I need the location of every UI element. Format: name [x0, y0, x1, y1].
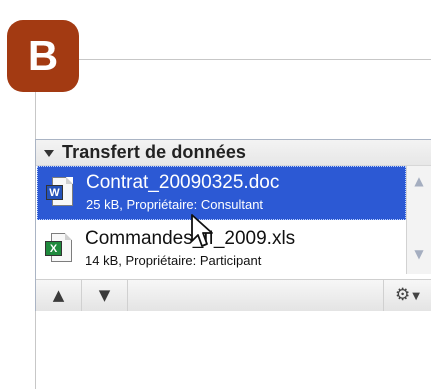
settings-menu-button[interactable]: ⚙ ▼ [383, 280, 431, 311]
panel-header[interactable]: Transfert de données [36, 140, 431, 166]
step-badge: B [7, 20, 79, 92]
scroll-up-icon[interactable]: ▲ [413, 175, 425, 187]
move-down-button[interactable]: ▼ [82, 280, 128, 311]
screen: B Transfert de données W Contrat_2009032… [0, 0, 431, 389]
file-transfer-panel: Transfert de données W Contrat_20090325.… [35, 139, 431, 311]
file-row-contrat[interactable]: W Contrat_20090325.doc 25 kB, Propriétai… [37, 166, 406, 220]
arrow-up-icon: ▲ [52, 286, 65, 304]
file-name: Contrat_20090325.doc [86, 172, 280, 193]
panel-toolbar: ▲ ▼ ⚙ ▼ [36, 279, 431, 311]
collapse-triangle-icon[interactable] [44, 150, 54, 157]
file-text: Contrat_20090325.doc 25 kB, Propriétaire… [86, 171, 279, 215]
gear-icon: ⚙ [395, 285, 411, 305]
chevron-down-icon: ▼ [412, 290, 420, 302]
excel-document-icon: X [43, 232, 77, 266]
panel-title: Transfert de données [62, 142, 247, 162]
scroll-down-icon[interactable]: ▼ [413, 248, 425, 260]
file-row-commandes[interactable]: X Commandes_II_2009.xls 14 kB, Propriéta… [37, 222, 406, 276]
file-meta: 14 kB, Propriétaire: Participant [85, 253, 262, 268]
file-meta: 25 kB, Propriétaire: Consultant [86, 197, 264, 212]
word-letter-icon: W [46, 185, 63, 200]
vertical-scrollbar[interactable]: ▲ ▼ [406, 166, 431, 274]
move-up-button[interactable]: ▲ [36, 280, 82, 311]
word-document-icon: W [44, 176, 78, 210]
file-list: W Contrat_20090325.doc 25 kB, Propriétai… [36, 166, 431, 276]
arrow-down-icon: ▼ [98, 286, 111, 304]
mouse-pointer-icon [191, 214, 213, 247]
excel-letter-icon: X [45, 241, 62, 256]
